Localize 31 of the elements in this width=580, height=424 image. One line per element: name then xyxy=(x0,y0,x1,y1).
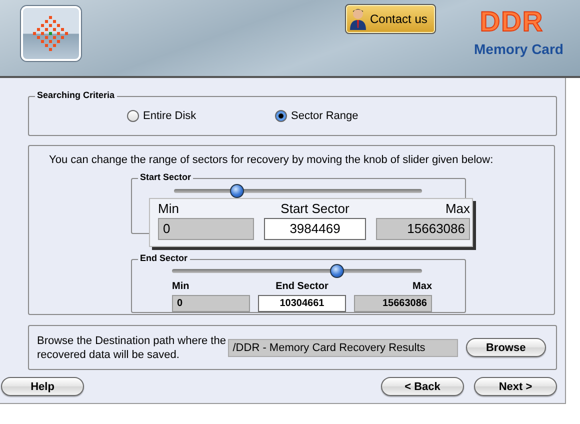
brand-logo-text: DDR xyxy=(480,6,544,38)
start-sector-field[interactable]: 3984469 xyxy=(264,218,366,240)
group-title: Searching Criteria xyxy=(35,89,117,101)
product-name: Memory Card xyxy=(474,41,564,57)
group-title: Start Sector xyxy=(138,171,194,183)
max-label: Max xyxy=(444,201,470,216)
radio-option[interactable]: Entire Disk xyxy=(127,110,275,122)
max-field: 15663086 xyxy=(354,295,432,312)
slider-thumb[interactable] xyxy=(230,184,244,198)
radio-option[interactable]: Sector Range xyxy=(275,110,423,122)
max-label: Max xyxy=(412,281,432,292)
help-button[interactable]: Help xyxy=(1,377,84,396)
min-field: 0 xyxy=(172,295,250,312)
checker-logo-icon xyxy=(33,16,69,52)
min-field: 0 xyxy=(158,218,254,240)
next-button[interactable]: Next > xyxy=(474,377,557,396)
back-button[interactable]: < Back xyxy=(381,377,464,396)
group-title: End Sector xyxy=(138,252,190,264)
instruction-text: You can change the range of sectors for recovery by moving the knob of slider given below: xyxy=(49,154,494,166)
slider-thumb[interactable] xyxy=(330,264,344,278)
destination-description: Browse the Destination path where the recovered data will be saved. xyxy=(37,334,227,362)
start-sector-label: Start Sector xyxy=(280,201,350,216)
destination-path-field[interactable]: /DDR - Memory Card Recovery Results xyxy=(228,338,458,356)
end-sector-field[interactable]: 10304661 xyxy=(258,295,346,312)
min-label: Min xyxy=(158,201,180,216)
min-label: Min xyxy=(172,281,190,292)
person-icon xyxy=(350,8,366,30)
browse-button[interactable]: Browse xyxy=(466,338,546,357)
max-field: 15663086 xyxy=(376,218,470,240)
contact-us-button[interactable]: Contact us xyxy=(345,4,436,34)
end-sector-label: End Sector xyxy=(274,281,330,292)
